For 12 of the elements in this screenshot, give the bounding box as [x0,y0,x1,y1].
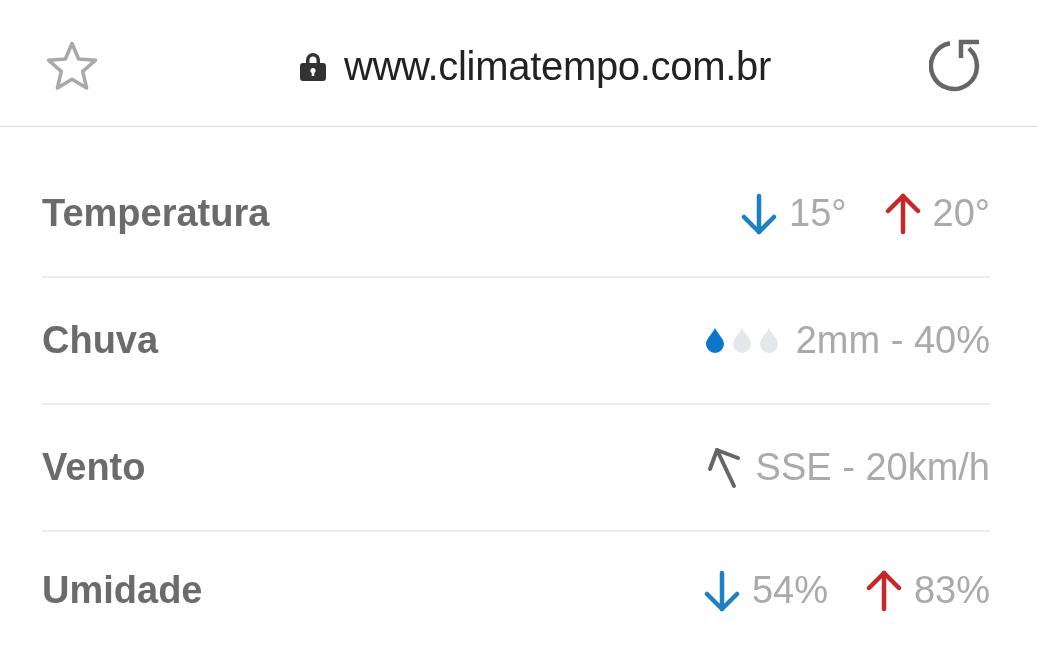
wind-value: SSE - 20km/h [755,446,990,489]
min-value: 15° [789,192,847,235]
min-value: 54% [751,569,828,612]
row-label: Temperatura [42,192,270,235]
row-label: Vento [42,446,146,489]
lock-icon [299,51,326,81]
max-value: 83% [913,569,990,612]
rain-value: 2mm - 40% [795,319,990,362]
max-value: 20° [932,192,990,235]
row-label: Umidade [42,569,203,612]
url-text[interactable]: www.climatempo.com.br [343,43,772,89]
row-label: Chuva [42,319,159,362]
